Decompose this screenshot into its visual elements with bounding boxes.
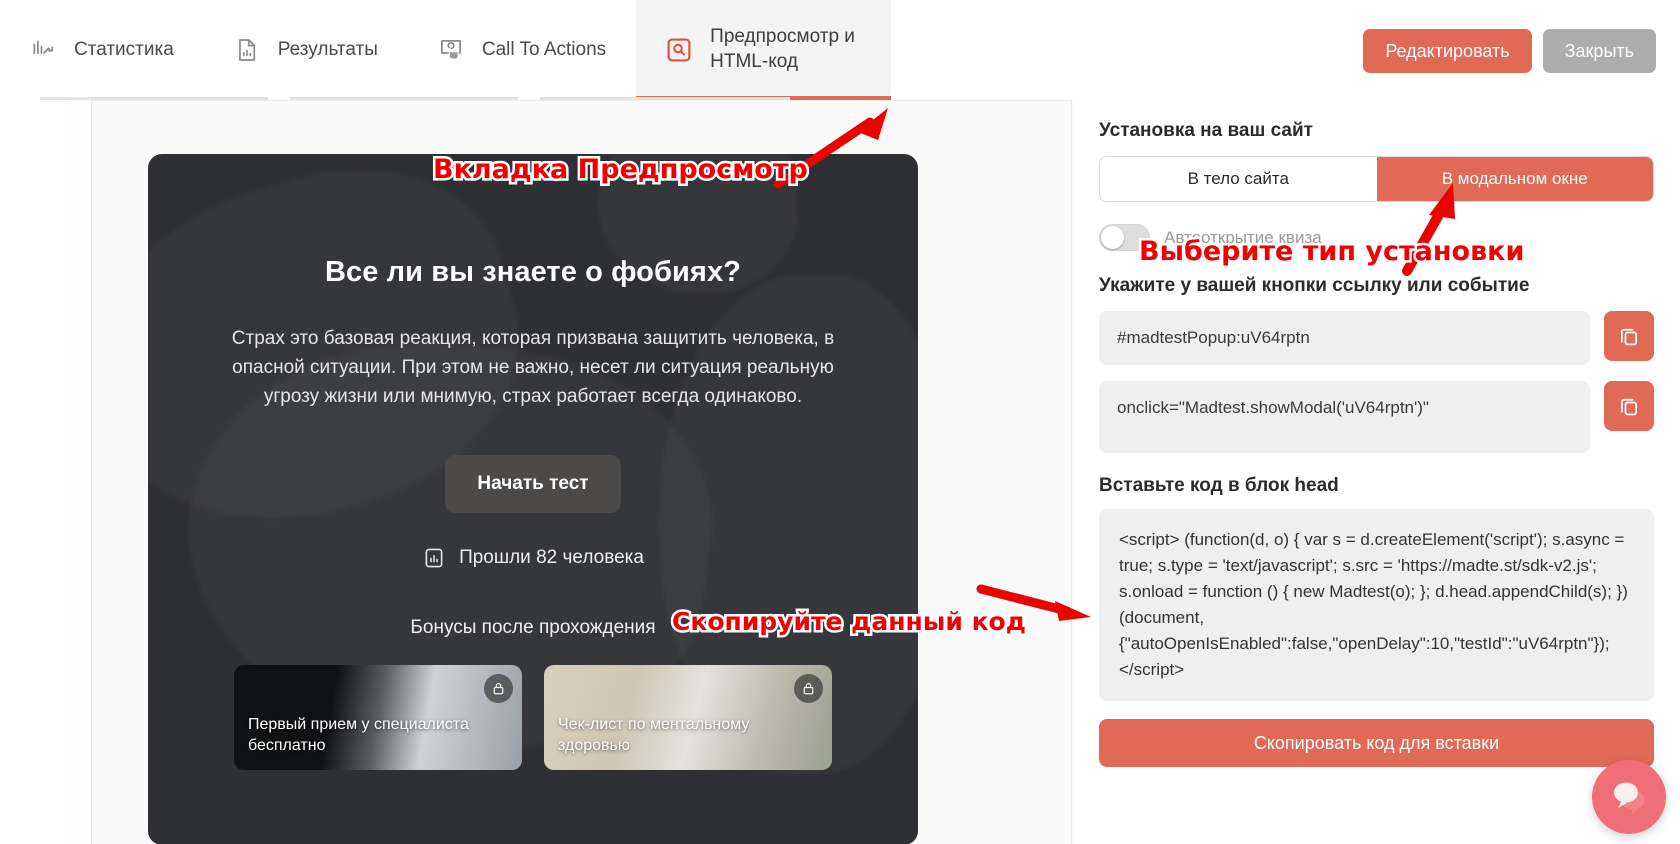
bar-chart-icon <box>425 548 443 568</box>
copy-icon <box>1620 328 1638 346</box>
onclick-field-block: onclick="Madtest.showModal('uV64rptn')" <box>1099 381 1654 454</box>
tab-preview-html-label: Предпросмотр и HTML-код <box>710 26 855 72</box>
quiz-content: Все ли вы знаете о фобиях? Страх это баз… <box>148 256 918 771</box>
tab-call-to-actions[interactable]: Call To Actions <box>408 0 636 100</box>
head-code-box[interactable]: <script> (function(d, o) { var s = d.cre… <box>1099 509 1654 702</box>
bonus-card-caption: Чек-лист по ментальному здоровью <box>558 715 750 755</box>
quiz-description: Страх это базовая реакция, которая призв… <box>231 328 835 408</box>
quiz-preview-pane: Все ли вы знаете о фобиях? Страх это баз… <box>92 100 1072 844</box>
close-button[interactable]: Закрыть <box>1542 29 1656 73</box>
install-settings-panel: Установка на ваш сайт В тело сайта В мод… <box>1073 100 1680 844</box>
lock-badge <box>484 674 513 704</box>
annotation-tab-note: Вкладка Предпросмотр Вкладка Предпросмот… <box>431 152 811 188</box>
quiz-title: Все ли вы знаете о фобиях? <box>325 256 741 288</box>
lock-badge <box>794 674 823 704</box>
page-strip-inner <box>66 100 92 844</box>
chart-line-icon <box>33 40 54 55</box>
annotation-code-note-text: Скопируйте данный код <box>672 607 1026 636</box>
annotation-code-note: Скопируйте данный код Скопируйте данный … <box>670 605 1029 639</box>
copy-all-code-button[interactable]: Скопировать код для вставки <box>1099 719 1654 768</box>
tab-preview-html[interactable]: Предпросмотр и HTML-код <box>636 0 891 100</box>
passed-count-text: Прошли 82 человека <box>459 547 644 569</box>
link-section-title: Укажите у вашей кнопки ссылку или событи… <box>1099 275 1530 296</box>
tab-statistics-label: Статистика <box>74 38 174 60</box>
tab-results[interactable]: Результаты <box>204 0 408 100</box>
tab-call-to-actions-label: Call To Actions <box>481 38 607 60</box>
install-type-segmented-control: В тело сайта В модальном окне <box>1099 156 1654 202</box>
header-action-buttons: Редактировать Закрыть <box>1363 29 1656 73</box>
segment-in-modal[interactable]: В модальном окне <box>1376 157 1653 201</box>
document-chart-icon <box>238 39 255 61</box>
preview-search-icon <box>667 38 691 62</box>
toggle-knob <box>1101 226 1124 249</box>
app-root: Статистика Результаты Call To Actions Пр… <box>0 0 1680 844</box>
segment-in-body[interactable]: В тело сайта <box>1100 157 1377 201</box>
tab-strip: Статистика Результаты Call To Actions Пр… <box>0 0 891 100</box>
bonus-card-caption: Первый прием у специалиста бесплатно <box>248 715 469 755</box>
onclick-value-box[interactable]: onclick="Madtest.showModal('uV64rptn')" <box>1099 381 1590 454</box>
anchor-field-block: #madtestPopup:uV64rptn <box>1099 311 1654 366</box>
install-section-title: Установка на ваш сайт <box>1099 120 1313 141</box>
passed-count-row: Прошли 82 человека <box>208 546 858 570</box>
main-stage: Все ли вы знаете о фобиях? Страх это баз… <box>0 100 1680 844</box>
annotation-install-note-text: Выберите тип установки <box>1139 236 1525 267</box>
annotation-tab-note-text: Вкладка Предпросмотр <box>433 154 808 185</box>
bonus-card[interactable]: Первый прием у специалиста бесплатно <box>234 665 522 771</box>
quiz-preview-card: Все ли вы знаете о фобиях? Страх это баз… <box>148 154 918 844</box>
copy-onclick-button[interactable] <box>1604 381 1654 432</box>
page-strip-outer <box>0 100 66 844</box>
lock-icon <box>493 683 504 695</box>
tab-statistics[interactable]: Статистика <box>0 0 204 100</box>
bonus-card-row: Первый прием у специалиста бесплатно Чек… <box>208 665 858 771</box>
edit-button[interactable]: Редактировать <box>1363 29 1532 73</box>
copy-icon <box>1620 399 1638 416</box>
bonus-card[interactable]: Чек-лист по ментальному здоровью <box>544 665 832 771</box>
head-code-title: Вставьте код в блок head <box>1099 475 1339 497</box>
chat-bubble-icon <box>1614 782 1645 814</box>
chat-widget-button[interactable] <box>1592 760 1666 834</box>
tab-results-label: Результаты <box>277 38 378 60</box>
top-tab-bar: Статистика Результаты Call To Actions Пр… <box>0 0 1680 100</box>
click-pointer-icon <box>440 40 461 60</box>
start-test-button[interactable]: Начать тест <box>445 455 621 514</box>
pane-divider <box>1071 101 1072 844</box>
lock-icon <box>803 683 814 695</box>
annotation-install-note: Выберите тип установки Выберите тип уста… <box>1136 234 1526 270</box>
copy-anchor-button[interactable] <box>1604 311 1654 361</box>
anchor-value-box[interactable]: #madtestPopup:uV64rptn <box>1099 311 1590 366</box>
